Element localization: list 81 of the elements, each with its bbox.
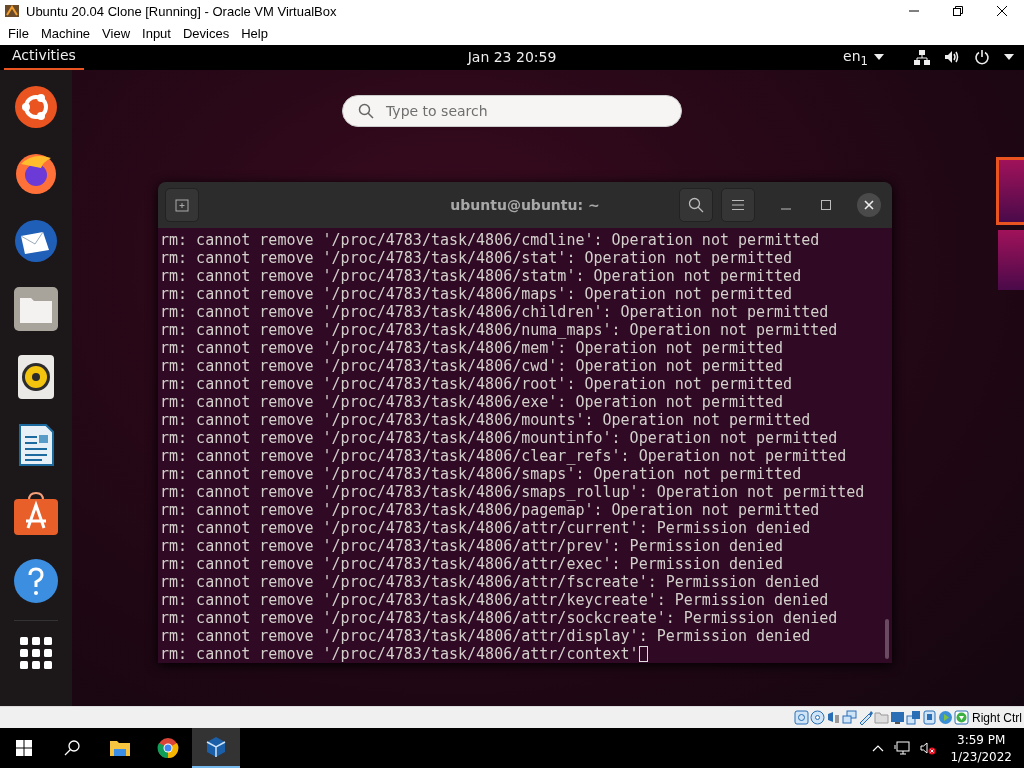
terminal-line: rm: cannot remove '/proc/4783/task/4806/statm': Operation not permitted <box>160 266 802 285</box>
cube-icon[interactable] <box>205 736 227 758</box>
down-arrow-icon[interactable] <box>954 710 969 725</box>
microphone-icon[interactable] <box>826 710 841 725</box>
menu-item[interactable]: Input <box>137 26 176 42</box>
folder-icon[interactable] <box>13 285 59 332</box>
dropdown-arrow-icon[interactable] <box>1004 54 1014 61</box>
terminal-line: rm: cannot remove '/proc/4783/task/4806/cmdline': Operation not permitted <box>160 230 820 249</box>
terminal-title: ubuntu@ubuntu: ~ <box>450 196 600 213</box>
terminal-line: rm: cannot remove '/proc/4783/task/4806/stat': Operation not permitted <box>160 248 793 267</box>
power-icon[interactable] <box>974 49 990 66</box>
terminal-line: rm: cannot remove '/proc/4783/task/4806/mounts': Operation not permitted <box>160 410 811 429</box>
windows-logo-icon[interactable] <box>16 740 32 756</box>
close-icon[interactable] <box>857 192 881 217</box>
terminal-line: rm: cannot remove '/proc/4783/task/4806/attr/fscreate': Permission denied <box>160 572 820 591</box>
search-icon <box>358 102 374 119</box>
terminal-line: rm: cannot remove '/proc/4783/task/4806/children': Operation not permitted <box>160 302 829 321</box>
new-tab-icon <box>175 197 189 212</box>
windows-stack-icon[interactable] <box>906 710 921 725</box>
menu-item[interactable]: File <box>3 26 34 42</box>
terminal-line: rm: cannot remove '/proc/4783/task/4806/attr/sockcreate': Permission denied <box>160 608 838 627</box>
terminal-line: rm: cannot remove '/proc/4783/task/4806/mountinfo': Operation not permitted <box>160 428 838 447</box>
network-icon[interactable] <box>914 49 930 66</box>
terminal-cursor <box>638 645 648 662</box>
muted-speaker-icon[interactable] <box>920 740 937 756</box>
chip-icon[interactable] <box>922 710 937 725</box>
virtualbox-icon <box>4 3 20 20</box>
dropdown-arrow-icon[interactable] <box>874 54 884 61</box>
terminal-line: rm: cannot remove '/proc/4783/task/4806/attr/exec': Permission denied <box>160 554 784 573</box>
host-key-label: Right Ctrl <box>972 710 1022 725</box>
terminal-line: rm: cannot remove '/proc/4783/task/4806/attr/current': Permission denied <box>160 518 811 537</box>
terminal-line: rm: cannot remove '/proc/4783/task/4806/clear_refs': Operation not permitted <box>160 446 847 465</box>
menu-item[interactable]: Devices <box>177 26 235 42</box>
terminal-line: rm: cannot remove '/proc/4783/task/4806/maps': Operation not permitted <box>160 284 793 303</box>
search-icon <box>688 196 704 213</box>
terminal-line: rm: cannot remove '/proc/4783/task/4806/pagemap': Operation not permitted <box>160 500 820 519</box>
menu-item[interactable]: Machine <box>35 26 96 42</box>
clock-time[interactable]: 3:59 PM <box>957 732 1006 747</box>
speaker-icon[interactable] <box>16 353 56 400</box>
terminal-line: rm: cannot remove '/proc/4783/task/4806/smaps_rollup': Operation not permitted <box>160 482 865 501</box>
terminal-line: rm: cannot remove '/proc/4783/task/4806/attr/display': Permission denied <box>160 626 811 645</box>
menu-icon <box>731 198 745 211</box>
close-icon[interactable] <box>996 5 1008 18</box>
network-monitor-icon[interactable] <box>894 740 911 756</box>
menu-button[interactable] <box>721 187 755 222</box>
clock-date[interactable]: 1/23/2022 <box>950 749 1012 764</box>
menu-item[interactable]: Help <box>236 26 273 42</box>
terminal-line: rm: cannot remove '/proc/4783/task/4806/attr/keycreate': Permission denied <box>160 590 829 609</box>
help-icon[interactable] <box>13 557 59 604</box>
terminal-line: rm: cannot remove '/proc/4783/task/4806/numa_maps': Operation not permitted <box>160 320 838 339</box>
chrome-icon[interactable] <box>157 737 179 759</box>
new-tab-button[interactable] <box>165 187 199 222</box>
clock[interactable]: Jan 23 20:59 <box>467 48 557 65</box>
workspace-thumbnail[interactable] <box>996 156 1024 225</box>
workspace-thumbnail[interactable] <box>998 229 1024 290</box>
terminal-line: rm: cannot remove '/proc/4783/task/4806/root': Operation not permitted <box>160 374 793 393</box>
shopping-bag-icon[interactable] <box>13 489 59 536</box>
app-grid-icon[interactable] <box>20 636 52 669</box>
monitor-icon[interactable] <box>890 710 905 725</box>
terminal-line: rm: cannot remove '/proc/4783/task/4806/mem': Operation not permitted <box>160 338 784 357</box>
search-button[interactable] <box>679 187 713 222</box>
search-icon[interactable] <box>64 740 80 756</box>
window-title: Ubuntu 20.04 Clone [Running] - Oracle VM VirtualBox <box>26 4 338 19</box>
optical-disc-icon[interactable] <box>810 710 825 725</box>
folder-icon[interactable] <box>109 739 131 757</box>
terminal-line: rm: cannot remove '/proc/4783/task/4806/attr/prev': Permission denied <box>160 536 784 555</box>
document-icon[interactable] <box>16 421 56 468</box>
terminal-line: rm: cannot remove '/proc/4783/task/4806/cwd': Operation not permitted <box>160 356 784 375</box>
maximize-icon[interactable] <box>821 199 831 210</box>
terminal-line: rm: cannot remove '/proc/4783/task/4806/attr/context' <box>160 644 639 663</box>
chevron-up-icon[interactable] <box>872 744 885 752</box>
bird-envelope-icon[interactable] <box>13 217 59 264</box>
search-placeholder: Type to search <box>386 102 488 119</box>
menu-item[interactable]: View <box>97 26 136 42</box>
usb-icon[interactable] <box>858 710 873 725</box>
restore-icon[interactable] <box>952 5 964 18</box>
terminal-line: rm: cannot remove '/proc/4783/task/4806/smaps': Operation not permitted <box>160 464 802 483</box>
search-field[interactable]: Type to search <box>342 94 682 127</box>
scrollbar[interactable] <box>885 618 889 659</box>
keyboard-layout[interactable]: en$_{1}$ <box>843 47 868 68</box>
terminal-line: rm: cannot remove '/proc/4783/task/4806/exe': Operation not permitted <box>160 392 784 411</box>
